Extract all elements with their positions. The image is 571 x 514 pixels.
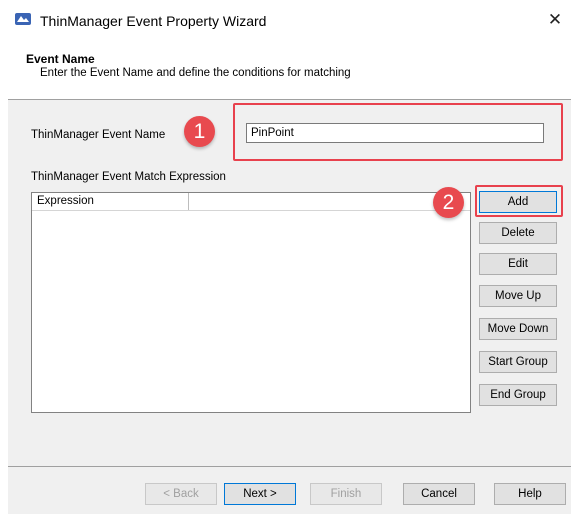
match-expression-label: ThinManager Event Match Expression (31, 171, 226, 183)
help-button[interactable]: Help (494, 483, 566, 505)
end-group-button[interactable]: End Group (479, 384, 557, 406)
callout-box-add (475, 185, 563, 217)
back-button[interactable]: < Back (145, 483, 217, 505)
next-button[interactable]: Next > (224, 483, 296, 505)
page-title: Event Name (26, 52, 95, 66)
callout-badge-2: 2 (433, 187, 464, 218)
move-down-button[interactable]: Move Down (479, 318, 557, 340)
thinmanager-app-icon (15, 13, 31, 25)
window-title: ThinManager Event Property Wizard (40, 13, 267, 29)
page-subtitle: Enter the Event Name and define the cond… (40, 67, 351, 79)
cancel-button[interactable]: Cancel (403, 483, 475, 505)
match-expression-list[interactable]: Expression (31, 192, 471, 413)
column-header-blank[interactable] (189, 193, 470, 210)
footer-divider (8, 466, 571, 467)
delete-button[interactable]: Delete (479, 222, 557, 244)
start-group-button[interactable]: Start Group (479, 351, 557, 373)
edit-button[interactable]: Edit (479, 253, 557, 275)
callout-badge-1: 1 (184, 116, 215, 147)
wizard-header (8, 35, 571, 97)
event-name-label: ThinManager Event Name (31, 129, 166, 141)
column-header-expression[interactable]: Expression (32, 193, 189, 210)
callout-box-event-name (233, 103, 563, 161)
finish-button[interactable]: Finish (310, 483, 382, 505)
move-up-button[interactable]: Move Up (479, 285, 557, 307)
list-header: Expression (32, 193, 470, 211)
close-icon[interactable]: ✕ (545, 10, 565, 30)
